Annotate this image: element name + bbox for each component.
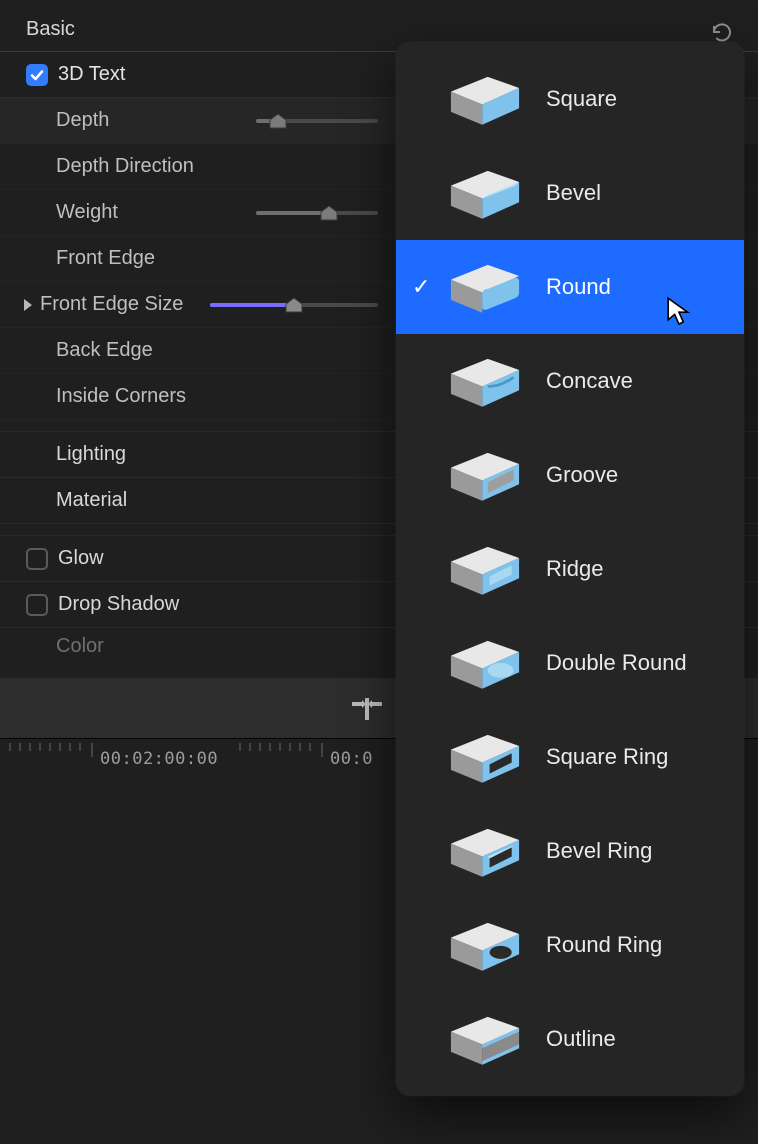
popup-item-bevel-ring[interactable]: ✓Bevel Ring — [396, 804, 744, 898]
checkbox-3d-text[interactable] — [26, 64, 48, 86]
param-label: Front Edge — [56, 247, 256, 270]
popup-item-square-ring[interactable]: ✓Square Ring — [396, 710, 744, 804]
popup-item-label: Round Ring — [546, 932, 744, 958]
disclosure-triangle-icon[interactable] — [24, 299, 32, 311]
edge-preview-icon — [438, 816, 532, 886]
edge-preview-icon — [438, 910, 532, 980]
popup-item-double-round[interactable]: ✓Double Round — [396, 616, 744, 710]
popup-item-label: Round — [546, 274, 744, 300]
popup-item-label: Bevel Ring — [546, 838, 744, 864]
param-label: Color — [56, 635, 256, 658]
section-title: Basic — [26, 18, 226, 41]
param-label: Depth — [56, 109, 256, 132]
slider-front-edge-size[interactable] — [210, 303, 378, 307]
edge-preview-icon — [438, 64, 532, 134]
popup-item-bevel[interactable]: ✓Bevel — [396, 146, 744, 240]
popup-item-outline[interactable]: ✓Outline — [396, 992, 744, 1086]
section-label: Material — [56, 489, 256, 512]
param-label: Front Edge Size — [40, 293, 210, 316]
popup-item-label: Bevel — [546, 180, 744, 206]
checkmark-icon: ✓ — [412, 274, 434, 300]
edge-preview-icon — [438, 722, 532, 792]
front-edge-popup: ✓Square✓Bevel ✓ Round ✓Concave✓Groove✓Ridge… — [396, 42, 744, 1096]
slider-weight[interactable] — [256, 211, 378, 215]
checkbox-drop-shadow[interactable] — [26, 594, 48, 616]
param-label: Back Edge — [56, 339, 256, 362]
popup-item-label: Outline — [546, 1026, 744, 1052]
popup-item-round-ring[interactable]: ✓Round Ring — [396, 898, 744, 992]
popup-item-label: Double Round — [546, 650, 744, 676]
popup-item-label: Square Ring — [546, 744, 744, 770]
popup-item-groove[interactable]: ✓Groove — [396, 428, 744, 522]
param-label: Inside Corners — [56, 385, 256, 408]
edge-preview-icon — [438, 440, 532, 510]
slider-thumb[interactable] — [319, 204, 339, 222]
popup-item-square[interactable]: ✓Square — [396, 52, 744, 146]
popup-item-concave[interactable]: ✓Concave — [396, 334, 744, 428]
param-label: Weight — [56, 201, 256, 224]
edge-preview-icon — [438, 158, 532, 228]
slider-depth[interactable] — [256, 119, 378, 123]
param-label: Depth Direction — [56, 155, 256, 178]
checkbox-glow[interactable] — [26, 548, 48, 570]
popup-item-label: Ridge — [546, 556, 744, 582]
section-label: Lighting — [56, 443, 256, 466]
popup-item-label: Square — [546, 86, 744, 112]
edge-preview-icon — [438, 534, 532, 604]
edge-preview-icon — [438, 1004, 532, 1074]
edge-preview-icon — [438, 346, 532, 416]
edge-preview-icon — [438, 628, 532, 698]
playhead-snap-icon[interactable] — [352, 696, 382, 728]
timecode-label: 00:02:00:00 — [100, 749, 218, 769]
popup-item-label: Concave — [546, 368, 744, 394]
popup-item-label: Groove — [546, 462, 744, 488]
slider-thumb[interactable] — [284, 296, 304, 314]
cursor-pointer-icon — [666, 296, 692, 326]
slider-thumb[interactable] — [268, 112, 288, 130]
timecode-label: 00:0 — [330, 749, 373, 769]
popup-item-ridge[interactable]: ✓Ridge — [396, 522, 744, 616]
edge-preview-icon — [438, 252, 532, 322]
